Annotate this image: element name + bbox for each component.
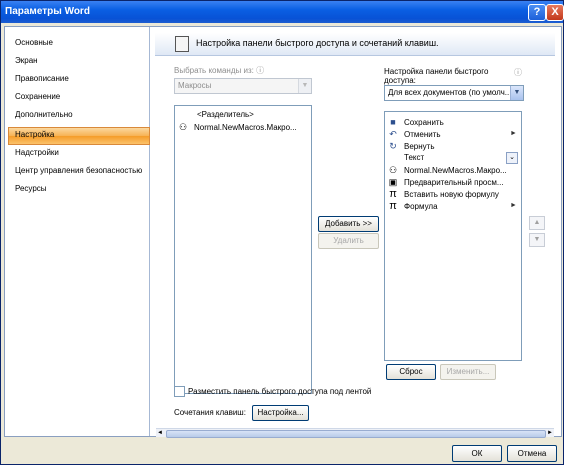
sidebar-item-advanced[interactable]: Дополнительно <box>15 108 145 122</box>
customize-icon <box>175 36 189 52</box>
sidebar-item-save[interactable]: Сохранение <box>15 90 145 104</box>
shortcuts-label: Сочетания клавиш: <box>174 408 246 417</box>
scroll-left-icon[interactable]: ◄ <box>156 429 164 437</box>
list-item-separator[interactable]: <Разделитель> <box>197 109 254 121</box>
info-icon: ⓘ <box>514 68 522 77</box>
info-icon: ⓘ <box>256 66 265 75</box>
modify-button[interactable]: Изменить... <box>440 364 496 380</box>
commands-list[interactable]: <Разделитель> ⚇ Normal.NewMacros.Макро... <box>174 105 312 394</box>
options-dialog: Параметры Word ? X Основные Экран Правоп… <box>0 0 564 465</box>
qat-setup-label-1: Настройка панели быстрого <box>384 67 489 76</box>
submenu-arrow-icon: ► <box>510 202 517 209</box>
section-header: Настройка панели быстрого доступа и соче… <box>155 33 555 56</box>
undo-icon: ↶ <box>389 129 397 139</box>
qat-scope-select[interactable]: Для всех документов (по умолч... ▼ <box>384 85 524 101</box>
redo-icon: ↻ <box>389 141 397 151</box>
reset-button[interactable]: Сброс <box>386 364 436 380</box>
list-item-redo[interactable]: ↻ Вернуть <box>387 140 434 152</box>
qat-setup-label-2: доступа: <box>384 76 416 85</box>
section-title: Настройка панели быстрого доступа и соче… <box>196 38 439 48</box>
commands-source-select[interactable]: Макросы ▼ <box>174 78 312 94</box>
macro-icon: ⚇ <box>178 122 188 132</box>
window-title: Параметры Word <box>5 6 90 17</box>
save-icon: ■ <box>390 117 396 127</box>
list-item-preview[interactable]: ▣ Предварительный просм... <box>387 176 504 188</box>
cancel-button[interactable]: Отмена <box>507 445 557 462</box>
choose-commands-label: Выбрать команды из: ⓘ <box>174 66 265 75</box>
macro-icon: ⚇ <box>388 165 398 175</box>
close-button[interactable]: X <box>546 4 564 21</box>
list-item-undo[interactable]: ↶ Отменить <box>387 128 440 140</box>
chevron-down-icon: ▼ <box>510 86 523 100</box>
sidebar-item-customize[interactable]: Настройка <box>15 128 145 142</box>
move-up-button[interactable]: ▲ <box>529 216 545 230</box>
list-item-save[interactable]: ■ Сохранить <box>387 116 443 128</box>
sidebar-item-addins[interactable]: Надстройки <box>15 146 145 160</box>
sidebar-item-trust-center[interactable]: Центр управления безопасностью <box>15 164 145 178</box>
title-bar[interactable]: Параметры Word ? X <box>1 1 564 23</box>
list-item-macro[interactable]: ⚇ Normal.NewMacros.Макро... <box>177 121 297 133</box>
chevron-down-icon: ▼ <box>298 79 311 93</box>
help-button[interactable]: ? <box>528 4 546 21</box>
sidebar: Основные Экран Правописание Сохранение Д… <box>5 27 150 436</box>
list-dropdown-icon[interactable]: ⌄ <box>506 152 518 164</box>
dialog-client: Основные Экран Правописание Сохранение Д… <box>4 26 562 438</box>
list-item-insert-equation[interactable]: π Вставить новую формулу <box>387 188 499 200</box>
remove-button[interactable]: Удалить <box>318 233 379 249</box>
ok-button[interactable]: ОК <box>452 445 502 462</box>
pi-icon: π <box>389 200 397 212</box>
add-button[interactable]: Добавить >> <box>318 216 379 232</box>
sidebar-item-general[interactable]: Основные <box>15 36 145 50</box>
pi-icon: π <box>389 188 397 200</box>
sidebar-item-proofing[interactable]: Правописание <box>15 72 145 86</box>
main-panel: Настройка панели быстрого доступа и соче… <box>150 27 558 438</box>
sidebar-item-display[interactable]: Экран <box>15 54 145 68</box>
horizontal-scrollbar[interactable]: ◄ ► <box>156 428 554 438</box>
scrollbar-thumb[interactable] <box>166 430 546 438</box>
preview-icon: ▣ <box>388 177 398 187</box>
scroll-right-icon[interactable]: ► <box>546 429 554 437</box>
below-ribbon-checkbox[interactable] <box>174 386 185 397</box>
submenu-arrow-icon: ► <box>510 130 517 137</box>
qat-commands-list[interactable]: ■ Сохранить ↶ Отменить ↻ Вернуть Текст ⚇ Nor… <box>384 111 522 361</box>
list-item-text[interactable]: Текст <box>387 152 424 164</box>
move-down-button[interactable]: ▼ <box>529 233 545 247</box>
below-ribbon-label: Разместить панель быстрого доступа под л… <box>188 387 372 396</box>
customize-shortcuts-button[interactable]: Настройка... <box>252 405 309 421</box>
sidebar-item-resources[interactable]: Ресурсы <box>15 182 145 196</box>
list-item-macro[interactable]: ⚇ Normal.NewMacros.Макро... <box>387 164 507 176</box>
list-item-equation[interactable]: π Формула <box>387 200 437 212</box>
